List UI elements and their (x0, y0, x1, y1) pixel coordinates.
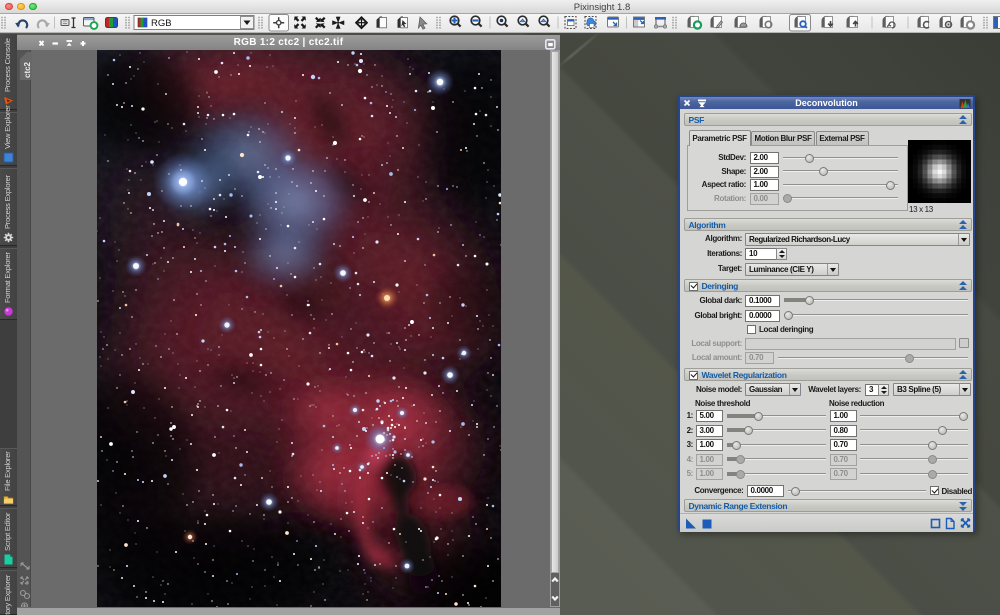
svg-text:RGB: RGB (151, 18, 172, 29)
